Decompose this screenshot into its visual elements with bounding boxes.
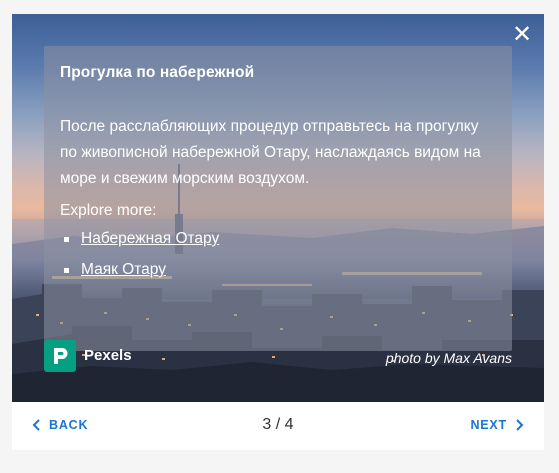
next-button[interactable]: NEXT: [470, 418, 524, 432]
explore-label: Explore more:: [60, 202, 157, 219]
bullet-icon: [64, 237, 69, 242]
list-item: Маяк Отару: [64, 261, 496, 292]
next-label: NEXT: [470, 418, 507, 432]
info-card: Прогулка по набережной После расслабляющ…: [44, 46, 512, 351]
bullet-icon: [64, 268, 69, 273]
card-title: Прогулка по набережной: [60, 64, 255, 81]
attribution-bar: Pexels photo by Max Avans: [44, 340, 512, 372]
link-otaru-embankment[interactable]: Набережная Отару: [81, 230, 219, 248]
pexels-brand[interactable]: Pexels: [84, 347, 132, 364]
photo-credit[interactable]: photo by Max Avans: [386, 350, 512, 366]
list-item: Набережная Отару: [64, 230, 496, 261]
explore-links: Набережная Отару Маяк Отару: [60, 230, 496, 292]
chevron-right-icon: [516, 419, 524, 431]
lightbox-footer: BACK 3 / 4 NEXT: [12, 402, 544, 450]
link-otaru-lighthouse[interactable]: Маяк Отару: [81, 261, 166, 279]
pexels-logo-icon[interactable]: [44, 340, 76, 372]
page-indicator: 3 / 4: [262, 416, 294, 433]
photo-lightbox: ✕ Прогулка по набережной После расслабля…: [12, 14, 544, 450]
card-description: После расслабляющих процедур отправьтесь…: [60, 118, 481, 187]
close-icon[interactable]: ✕: [510, 22, 534, 46]
